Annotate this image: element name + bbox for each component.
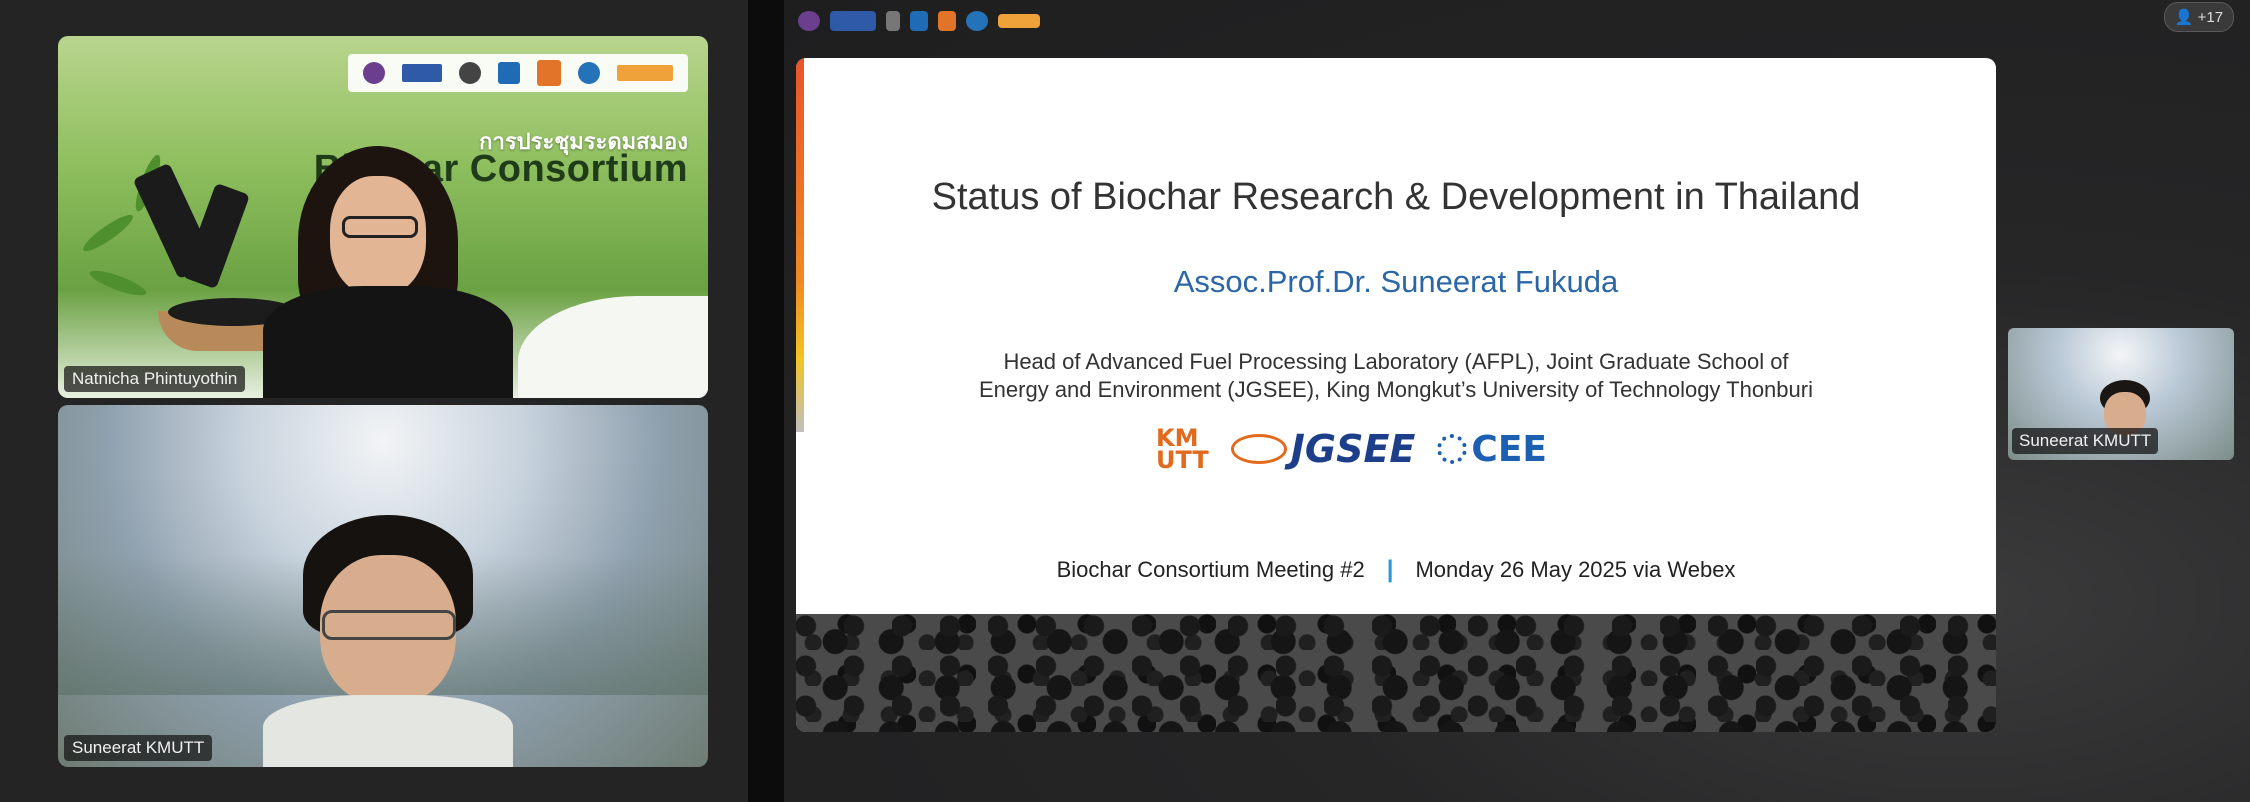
person-icon: 👤 [2174,9,2194,26]
university-seal-icon [798,11,820,31]
lotus-icon [1230,434,1287,464]
ku-logo-icon [497,62,520,84]
bamboo-leaf-decoration [87,266,149,300]
cee-logo: CEE [1437,429,1547,470]
mtec-logo-icon [998,14,1040,28]
footer-date: Monday 26 May 2025 via Webex [1415,557,1736,582]
self-view-tile[interactable]: Suneerat KMUTT [2008,328,2234,460]
header-logo-strip [798,8,1040,34]
participant-name-label: Natnicha Phintuyothin [64,366,246,392]
sponsor-logo-strip [348,54,688,92]
presenter-body [263,286,513,398]
jgsee-logo-text: JGSEE [1290,427,1416,471]
ku-logo-icon [910,11,928,31]
footer-event: Biochar Consortium Meeting #2 [1056,557,1365,582]
institution-logos: KM UTT JGSEE CEE [1156,416,1616,482]
affiliation-line: Head of Advanced Fuel Processing Laborat… [1003,349,1789,374]
bamboo-leaf-decoration [79,210,137,256]
video-tile-natnicha[interactable]: การประชุมระดมสมอง Biochar Consortium Nat… [58,36,708,398]
jgsee-logo: JGSEE [1230,427,1416,471]
white-wave-decoration [518,296,708,398]
video-tile-suneerat[interactable]: Suneerat KMUTT [58,405,708,767]
self-name-label: Suneerat KMUTT [2012,428,2159,454]
biochar-microscope-texture [796,614,1996,732]
kmutt-logo-icon [537,60,562,86]
glasses-icon [322,610,456,640]
shared-content-pane: 👤 +17 Status of Biochar Research & Devel… [784,0,2250,802]
glasses-icon [342,216,418,238]
slide-author: Assoc.Prof.Dr. Suneerat Fukuda [1173,264,1619,299]
participant-shirt [263,695,513,767]
participants-button[interactable]: 👤 +17 [2164,2,2234,32]
video-grid: การประชุมระดมสมอง Biochar Consortium Nat… [0,0,748,802]
footer-separator: | [1386,556,1394,583]
affiliation-line: Energy and Environment (JGSEE), King Mon… [979,377,1813,402]
fao-logo-icon [578,62,601,84]
participants-count: +17 [2197,8,2224,26]
kmutt-logo-line: UTT [1156,446,1209,474]
swirl-icon [1437,434,1468,464]
org-logo-icon [830,11,876,31]
mtec-logo-icon [617,65,674,81]
slide-title: Status of Biochar Research & Development… [931,176,1861,218]
slide-footer: Biochar Consortium Meeting #2 | Monday 2… [796,556,1996,584]
org-logo-icon [401,64,442,82]
pane-divider[interactable] [748,0,784,802]
kmutt-logo-icon [938,11,956,31]
cee-logo-text: CEE [1471,428,1548,470]
participant-name-label: Suneerat KMUTT [64,735,213,761]
slide-affiliation: Head of Advanced Fuel Processing Laborat… [796,348,1996,404]
presentation-slide: Status of Biochar Research & Development… [796,58,1996,732]
university-seal-icon [362,62,385,84]
agency-logo-icon [458,62,481,84]
kmutt-logo: KM UTT [1156,426,1209,474]
agency-logo-icon [886,11,900,31]
fao-logo-icon [966,11,988,31]
